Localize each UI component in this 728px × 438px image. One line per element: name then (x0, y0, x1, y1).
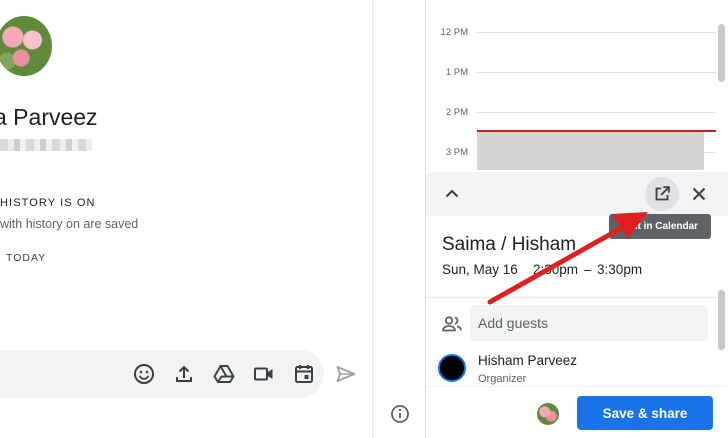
add-guests-input[interactable] (470, 305, 708, 341)
hour-label: 1 PM (445, 67, 468, 78)
divider (426, 386, 728, 387)
hour-label: 3 PM (445, 147, 468, 158)
screen: a Parveez HISTORY IS ON with history on … (0, 0, 728, 438)
chevron-up-icon[interactable] (440, 182, 464, 206)
contact-avatar (0, 16, 52, 76)
close-icon[interactable] (687, 182, 711, 206)
video-icon[interactable] (252, 362, 276, 386)
scrollbar-thumb[interactable] (718, 24, 725, 82)
hour-label: 12 PM (440, 27, 468, 38)
upload-icon[interactable] (172, 362, 196, 386)
event-detail-header (426, 172, 728, 216)
send-icon[interactable] (334, 362, 358, 386)
day-grid[interactable]: 12 PM 1 PM 2 PM 3 PM (426, 0, 728, 172)
event-title[interactable]: Saima / Hisham (442, 234, 576, 256)
scrollbar-thumb[interactable] (718, 290, 725, 350)
guest-role: Organizer (478, 373, 527, 385)
open-in-new-button[interactable] (645, 177, 679, 211)
hour-line (477, 32, 716, 33)
chat-pane: a Parveez HISTORY IS ON with history on … (0, 0, 372, 438)
save-and-share-button[interactable]: Save & share (577, 396, 713, 430)
calendar-icon[interactable] (292, 362, 316, 386)
event-block[interactable] (477, 132, 704, 170)
info-icon[interactable] (388, 402, 412, 426)
guest-name: Hisham Parveez (478, 353, 578, 368)
history-status: HISTORY IS ON (0, 197, 96, 209)
date-divider: TODAY (6, 252, 47, 264)
user-avatar[interactable] (537, 403, 559, 425)
open-in-new-icon (655, 186, 670, 201)
event-date[interactable]: Sun, May 16 (442, 262, 518, 277)
pane-divider (372, 0, 373, 438)
hour-line (477, 72, 716, 73)
emoji-icon[interactable] (132, 362, 156, 386)
hour-line (477, 112, 716, 113)
edit-in-calendar-tooltip: Edit in Calendar (609, 214, 711, 239)
event-time[interactable]: 2:30pm – 3:30pm (533, 262, 642, 277)
drive-icon[interactable] (212, 362, 236, 386)
guest-avatar (438, 354, 466, 382)
redacted-email (0, 139, 92, 151)
history-note: with history on are saved (0, 217, 139, 231)
divider (426, 297, 718, 298)
hour-label: 2 PM (445, 107, 468, 118)
calendar-panel: 12 PM 1 PM 2 PM 3 PM Saima / Hisham Sun,… (426, 0, 728, 438)
people-icon (440, 312, 464, 336)
contact-name: a Parveez (0, 104, 98, 130)
